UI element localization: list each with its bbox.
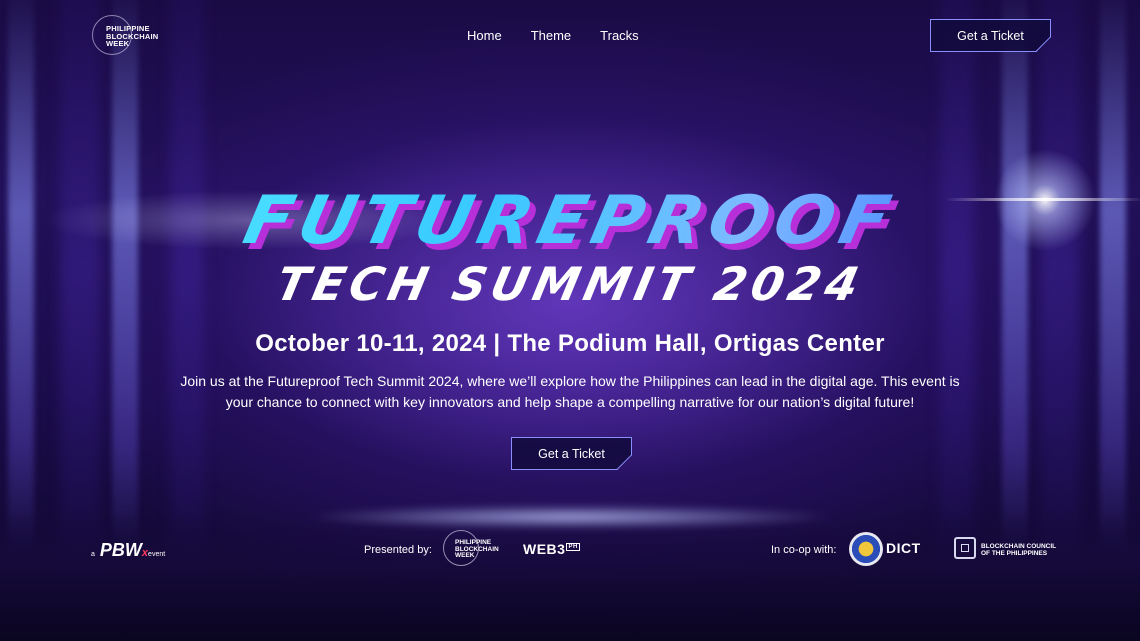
header-ticket-button[interactable]: Get a Ticket xyxy=(930,19,1051,52)
presenter-pbw-logo: PHILIPPINE BLOCKCHAIN WEEK xyxy=(443,530,513,568)
presented-by-label: Presented by: xyxy=(364,544,432,556)
blockchain-council-text: BLOCKCHAIN COUNCIL OF THE PHILIPPINES xyxy=(981,543,1057,557)
nav-home[interactable]: Home xyxy=(467,28,502,43)
light-pillar xyxy=(8,0,34,560)
presenter-logo-text: PHILIPPINE BLOCKCHAIN WEEK xyxy=(455,539,499,559)
light-pillar xyxy=(1100,0,1126,560)
stage-floor xyxy=(0,511,1140,641)
pbw-logo[interactable]: PHILIPPINE BLOCKCHAIN WEEK xyxy=(92,15,182,55)
pbw-badge-suffix: event xyxy=(148,551,166,558)
nav-theme[interactable]: Theme xyxy=(531,28,571,43)
light-pillar xyxy=(112,0,138,560)
site-header: PHILIPPINE BLOCKCHAIN WEEK Home Theme Tr… xyxy=(0,0,1140,72)
pbw-event-badge: a PBWxevent xyxy=(91,540,165,561)
header-ticket-label: Get a Ticket xyxy=(957,28,1024,43)
pbw-badge-prefix: a xyxy=(91,551,95,558)
light-pillar xyxy=(1002,0,1028,560)
dict-label: DICT xyxy=(886,540,921,556)
dict-logo-text: DICT xyxy=(886,540,921,556)
hero-ticket-button[interactable]: Get a Ticket xyxy=(511,437,632,470)
web3-label: WEB3 xyxy=(523,541,566,557)
pbw-logo-text: PHILIPPINE BLOCKCHAIN WEEK xyxy=(106,24,159,48)
pbw-badge-mark: PBW xyxy=(99,540,142,560)
web3-tm: PH xyxy=(566,543,580,552)
hero-ticket-label: Get a Ticket xyxy=(538,446,605,461)
hero-subtitle: TECH SUMMIT 2024 xyxy=(271,257,869,311)
main-nav: Home Theme Tracks xyxy=(467,28,668,43)
hero-description: Join us at the Futureproof Tech Summit 2… xyxy=(180,373,960,410)
web3-logo: WEB3 PH xyxy=(523,541,580,557)
hero-title: FUTUREPROOF xyxy=(122,181,1018,259)
dict-seal-icon xyxy=(849,532,883,566)
stage-floor-glow xyxy=(300,505,840,529)
nav-tracks[interactable]: Tracks xyxy=(600,28,639,43)
coop-label: In co-op with: xyxy=(771,544,837,556)
hero-stage: PHILIPPINE BLOCKCHAIN WEEK Home Theme Tr… xyxy=(0,0,1140,641)
event-date-venue: October 10-11, 2024 | The Podium Hall, O… xyxy=(255,330,885,357)
blockchain-council-icon xyxy=(954,537,976,559)
light-pillar xyxy=(60,0,100,560)
light-pillar xyxy=(1040,0,1080,560)
